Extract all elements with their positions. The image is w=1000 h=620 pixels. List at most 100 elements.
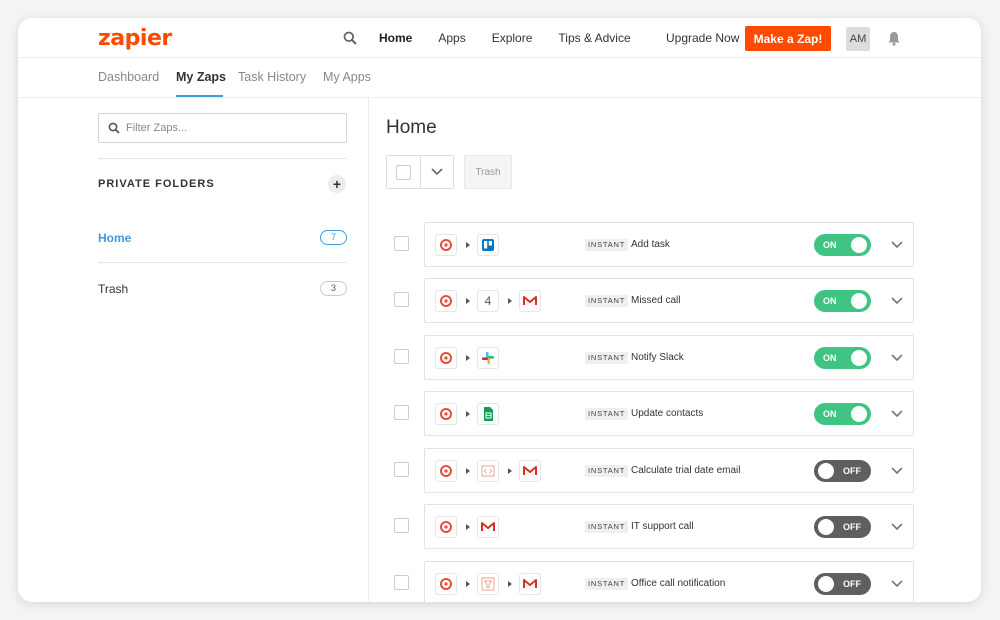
toggle-label: OFF [843, 522, 861, 532]
bulk-select [386, 155, 454, 189]
zap-checkbox[interactable] [394, 518, 409, 533]
zap-card[interactable]: INSTANT Notify Slack ON [424, 335, 914, 380]
zap-name: Office call notification [631, 578, 726, 589]
toggle-label: OFF [843, 579, 861, 589]
select-all-checkbox[interactable] [396, 165, 411, 180]
filter-zaps-box [98, 113, 347, 143]
zap-name: Update contacts [631, 408, 704, 419]
arrow-right-icon [466, 468, 470, 474]
zaps-main-panel: Home Trash INSTANT Add task ON 4 INSTANT… [369, 98, 981, 602]
instant-badge: INSTANT [585, 239, 629, 251]
zap-row: INSTANT Add task ON [386, 222, 914, 267]
trello-icon [477, 234, 499, 256]
toggle-knob [818, 463, 834, 479]
toggle-label: ON [823, 353, 837, 363]
chevron-down-icon[interactable] [890, 353, 904, 363]
chevron-down-icon[interactable] [890, 240, 904, 250]
zap-row: INSTANT Calculate trial date email OFF [386, 448, 914, 493]
zap-checkbox[interactable] [394, 405, 409, 420]
zap-row: INSTANT IT support call OFF [386, 504, 914, 549]
chevron-down-icon[interactable] [890, 522, 904, 532]
toggle-knob [851, 406, 867, 422]
tab-my-apps[interactable]: My Apps [323, 70, 371, 84]
make-a-zap-button[interactable]: Make a Zap! [745, 26, 831, 51]
sidebar-divider [98, 158, 347, 159]
arrow-right-icon [466, 581, 470, 587]
folder-trash[interactable]: Trash [98, 282, 128, 296]
gmail-icon [519, 573, 541, 595]
add-folder-button[interactable]: + [328, 175, 346, 193]
zap-toggle[interactable]: ON [814, 234, 871, 256]
zap-card[interactable]: INSTANT Add task ON [424, 222, 914, 267]
user-avatar[interactable]: AM [846, 27, 870, 51]
chevron-down-icon[interactable] [890, 579, 904, 589]
trash-button[interactable]: Trash [464, 155, 512, 189]
nav-apps[interactable]: Apps [438, 31, 465, 45]
zap-toggle[interactable]: OFF [814, 460, 871, 482]
nav-tips-advice[interactable]: Tips & Advice [558, 31, 630, 45]
arrow-right-icon [466, 411, 470, 417]
bell-icon[interactable] [887, 31, 901, 46]
plus-icon: + [332, 176, 342, 192]
tab-dashboard[interactable]: Dashboard [98, 70, 159, 84]
zapier-trigger-icon [435, 347, 457, 369]
instant-badge: INSTANT [585, 578, 629, 590]
zap-card[interactable]: INSTANT Office call notification OFF [424, 561, 914, 602]
instant-badge: INSTANT [585, 465, 629, 477]
sidebar-divider [98, 262, 347, 263]
folder-home[interactable]: Home [98, 231, 131, 245]
zap-toggle[interactable]: OFF [814, 516, 871, 538]
zap-checkbox[interactable] [394, 292, 409, 307]
zapier-logo[interactable]: zapier [98, 26, 172, 51]
filter-icon [477, 573, 499, 595]
gmail-icon [519, 290, 541, 312]
toggle-label: ON [823, 409, 837, 419]
zap-name: IT support call [631, 521, 694, 532]
zap-card[interactable]: 4 INSTANT Missed call ON [424, 278, 914, 323]
zap-name: Add task [631, 239, 670, 250]
slack-icon [477, 347, 499, 369]
chevron-down-icon[interactable] [430, 167, 444, 177]
sub-navigation: Dashboard My Zaps Task History My Apps [18, 58, 981, 98]
zap-row: 4 INSTANT Missed call ON [386, 278, 914, 323]
google-sheets-icon [477, 403, 499, 425]
folder-trash-count: 3 [320, 281, 347, 296]
chevron-down-icon[interactable] [890, 296, 904, 306]
zap-card[interactable]: INSTANT Update contacts ON [424, 391, 914, 436]
nav-explore[interactable]: Explore [492, 31, 533, 45]
toggle-label: OFF [843, 466, 861, 476]
chevron-down-icon[interactable] [890, 466, 904, 476]
instant-badge: INSTANT [585, 521, 629, 533]
instant-badge: INSTANT [585, 352, 629, 364]
zap-name: Notify Slack [631, 352, 684, 363]
zap-checkbox[interactable] [394, 349, 409, 364]
private-folders-heading: PRIVATE FOLDERS [98, 178, 215, 190]
zap-toggle[interactable]: OFF [814, 573, 871, 595]
zap-checkbox[interactable] [394, 575, 409, 590]
upgrade-now-link[interactable]: Upgrade Now [666, 31, 739, 45]
zap-checkbox[interactable] [394, 236, 409, 251]
search-icon [108, 122, 120, 134]
zap-toggle[interactable]: ON [814, 347, 871, 369]
toggle-knob [818, 576, 834, 592]
zap-toggle[interactable]: ON [814, 403, 871, 425]
zapier-trigger-icon [435, 234, 457, 256]
zap-row: INSTANT Office call notification OFF [386, 561, 914, 602]
nav-home[interactable]: Home [379, 31, 412, 45]
chevron-down-icon[interactable] [890, 409, 904, 419]
tab-my-zaps[interactable]: My Zaps [176, 70, 226, 84]
arrow-right-icon [466, 524, 470, 530]
step-four-icon: 4 [477, 290, 499, 312]
search-icon[interactable] [343, 31, 357, 45]
arrow-right-icon [466, 242, 470, 248]
zap-row: INSTANT Notify Slack ON [386, 335, 914, 380]
zap-checkbox[interactable] [394, 462, 409, 477]
zap-row: INSTANT Update contacts ON [386, 391, 914, 436]
zap-card[interactable]: INSTANT IT support call OFF [424, 504, 914, 549]
tab-task-history[interactable]: Task History [238, 70, 306, 84]
filter-zaps-input[interactable] [126, 120, 336, 136]
toggle-knob [851, 293, 867, 309]
gmail-icon [519, 460, 541, 482]
zap-toggle[interactable]: ON [814, 290, 871, 312]
zap-card[interactable]: INSTANT Calculate trial date email OFF [424, 448, 914, 493]
